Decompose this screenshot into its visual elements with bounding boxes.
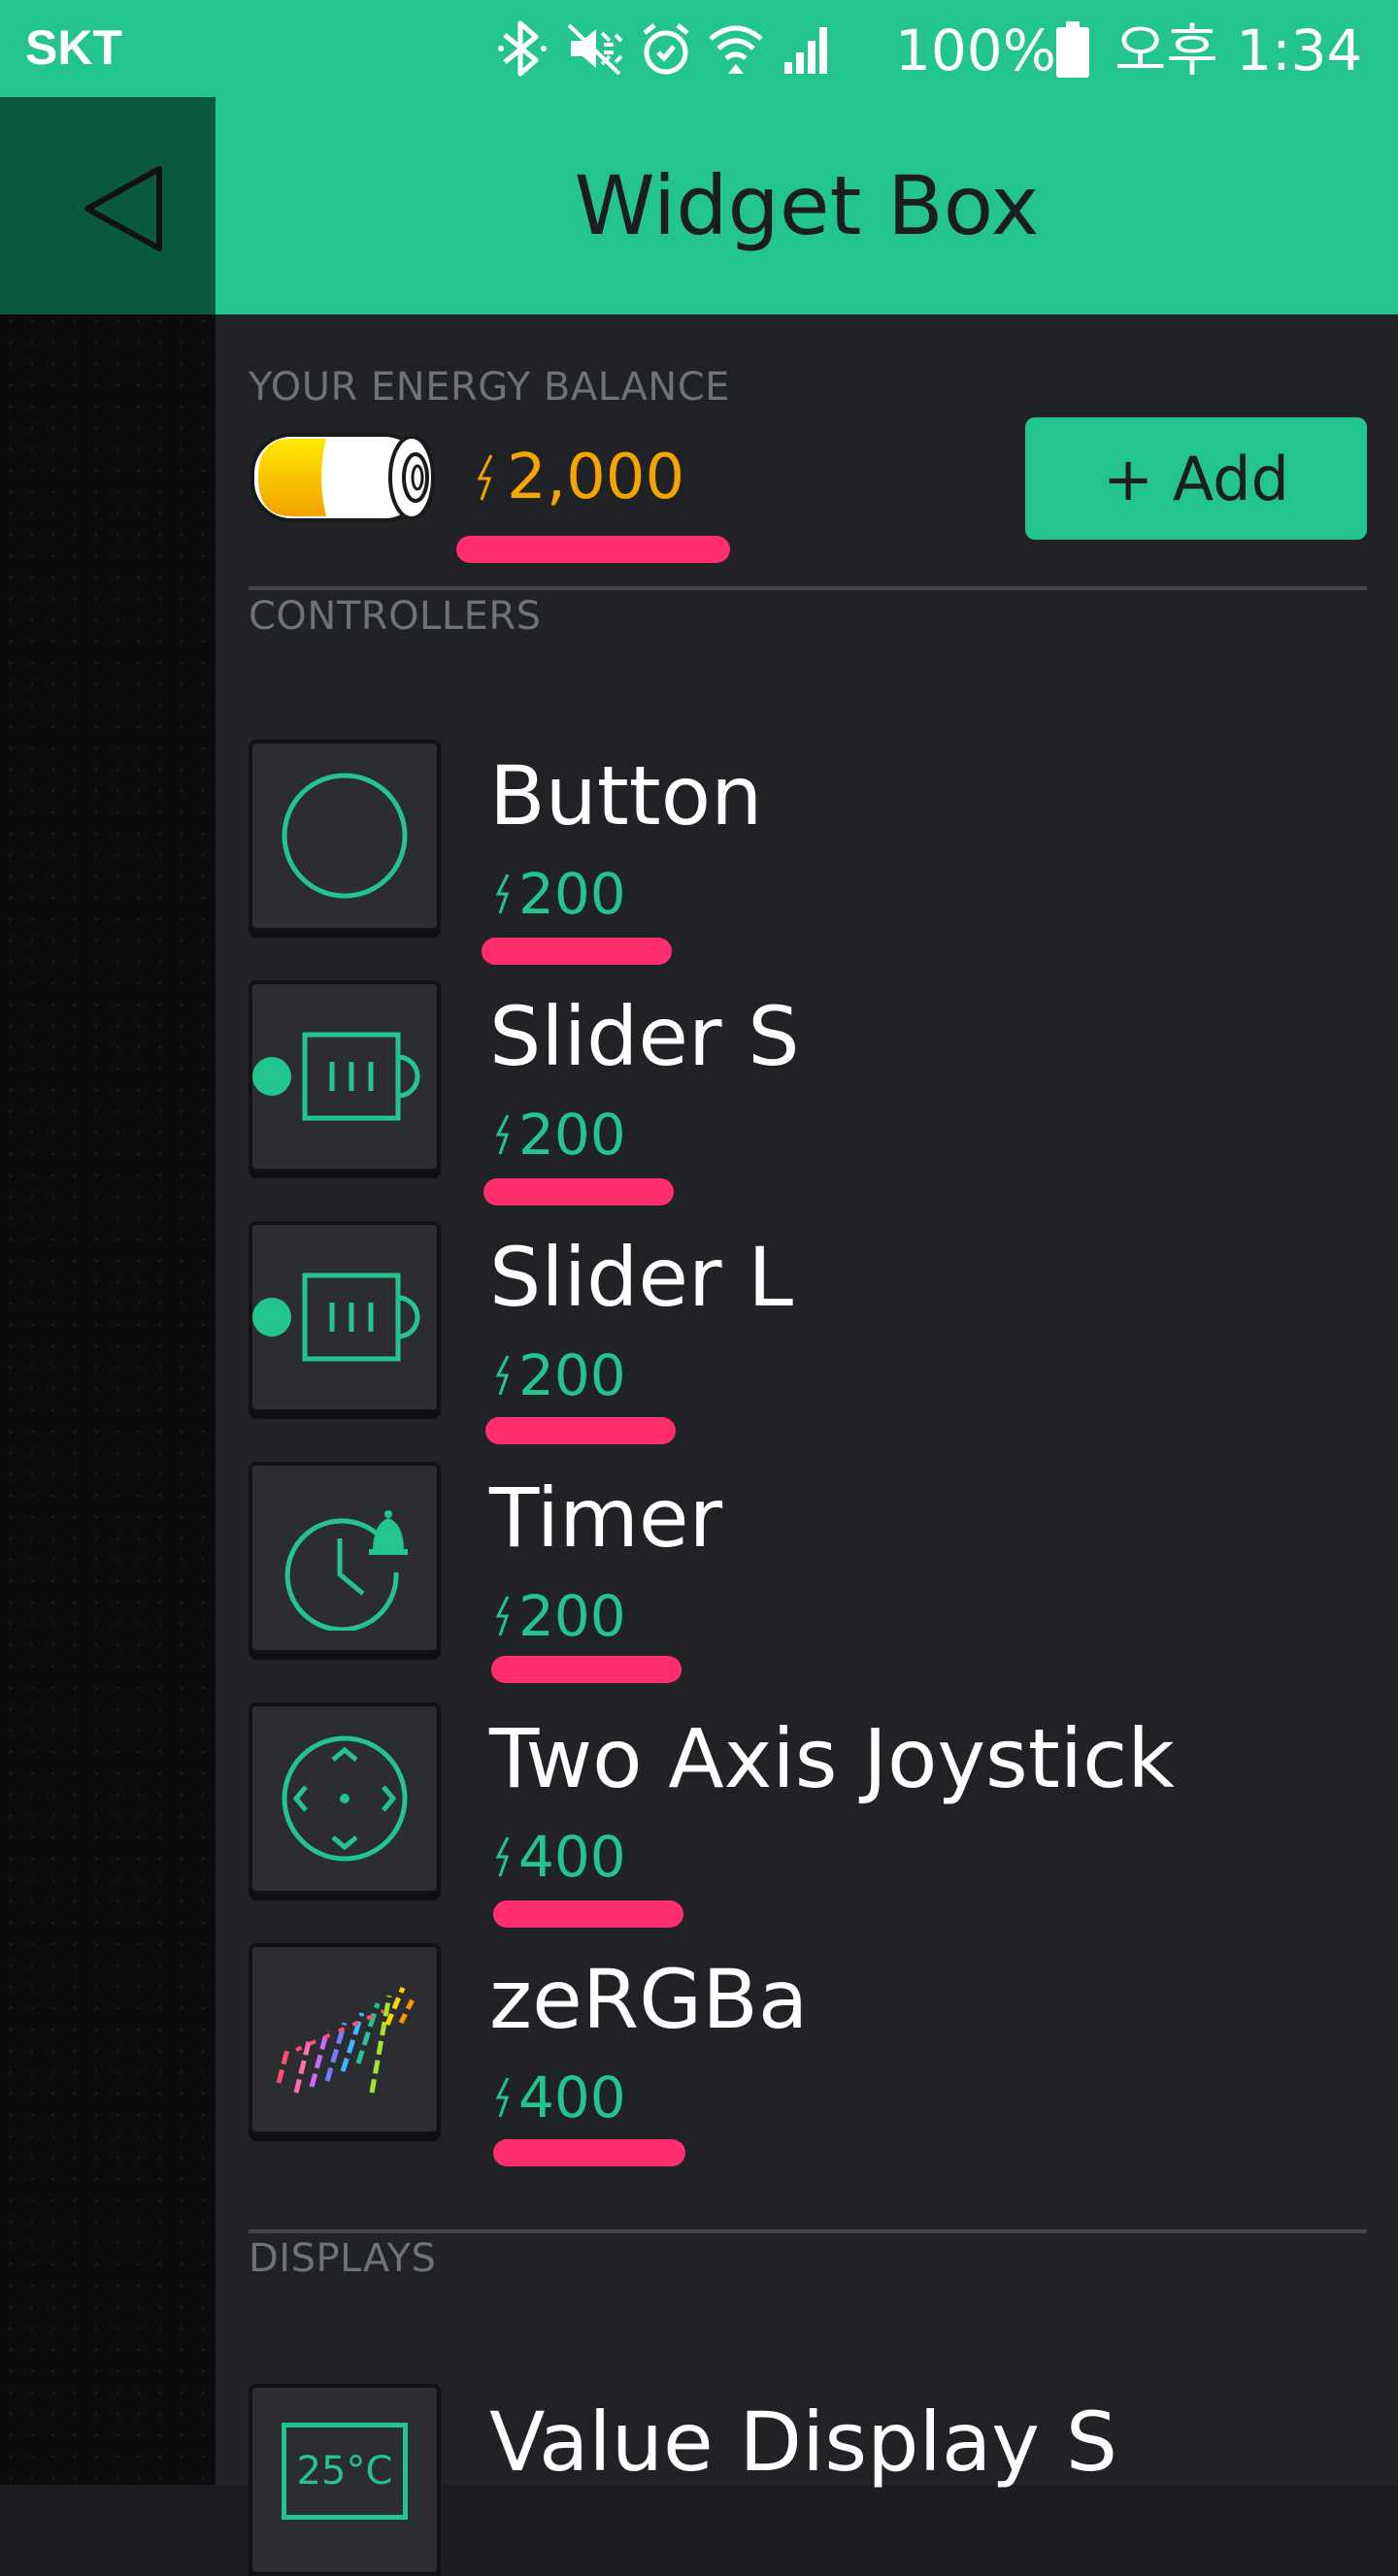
bluetooth-icon: [495, 17, 549, 80]
widget-cost-text: 200: [518, 861, 626, 927]
joystick-icon: [282, 1735, 408, 1862]
energy-underline: [456, 536, 730, 563]
button-circle-icon: [282, 773, 408, 899]
widget-name[interactable]: Value Display S: [489, 2394, 1117, 2491]
cost-underline: [483, 1178, 674, 1205]
cost-underline: [485, 1417, 676, 1444]
divider: [249, 586, 1367, 590]
cost-underline: [493, 1900, 683, 1928]
widget-name[interactable]: Button: [489, 747, 762, 844]
battery-icon: [1053, 21, 1092, 83]
widget-cost-text: 400: [518, 1824, 626, 1890]
widget-cost: 400: [495, 2064, 626, 2131]
energy-balance-value: 2,000: [476, 442, 684, 513]
clock: 오후 1:34: [1115, 17, 1363, 83]
energy-bolt-icon: [495, 2077, 510, 2118]
widget-cost: 200: [495, 860, 626, 928]
wifi-icon: [707, 17, 765, 80]
divider: [249, 2229, 1367, 2233]
cost-underline: [482, 938, 672, 965]
slider-s-widget-icon[interactable]: [249, 980, 441, 1172]
energy-battery-icon: [249, 429, 437, 530]
background-canvas: [0, 97, 216, 2485]
widget-cost-text: 200: [518, 1342, 626, 1408]
widget-cost-text: 400: [518, 2064, 626, 2130]
widget-cost: 400: [495, 1823, 626, 1891]
timer-widget-icon[interactable]: [249, 1462, 441, 1654]
alarm-icon: [639, 17, 693, 80]
cost-underline: [491, 1656, 682, 1683]
joystick-widget-icon[interactable]: [249, 1702, 441, 1895]
displays-section-label: DISPLAYS: [249, 2236, 437, 2281]
energy-amount-text: 2,000: [507, 442, 685, 513]
value-display-widget-icon[interactable]: 25°C: [249, 2384, 441, 2576]
add-energy-button[interactable]: + Add: [1025, 417, 1367, 540]
page-title: Widget Box: [574, 158, 1040, 253]
zebra-icon: [276, 1987, 417, 2094]
status-bar: SKT 100% 오후 1:34: [0, 0, 1398, 97]
back-button[interactable]: [0, 97, 216, 314]
widget-cost-text: 200: [518, 1102, 626, 1168]
zergba-widget-icon[interactable]: [249, 1943, 441, 2135]
energy-bolt-icon: [477, 454, 493, 501]
energy-balance-label: YOUR ENERGY BALANCE: [249, 365, 730, 410]
timer-icon: [284, 1510, 408, 1631]
widget-name[interactable]: Two Axis Joystick: [489, 1710, 1175, 1807]
button-widget-icon[interactable]: [249, 740, 441, 932]
energy-bolt-icon: [495, 1596, 510, 1636]
widget-name[interactable]: Slider S: [489, 988, 800, 1085]
energy-bolt-icon: [495, 1355, 510, 1396]
app-header: Widget Box: [216, 97, 1398, 314]
status-icons: [495, 17, 837, 80]
energy-bolt-icon: [495, 1836, 510, 1877]
energy-bolt-icon: [495, 1114, 510, 1155]
slider-icon: [252, 1272, 420, 1362]
carrier-label: SKT: [25, 20, 122, 75]
controllers-section-label: CONTROLLERS: [249, 594, 542, 639]
widget-cost: 200: [495, 1582, 626, 1650]
widget-name[interactable]: Slider L: [489, 1229, 793, 1326]
widget-cost: 200: [495, 1341, 626, 1409]
widget-cost: 200: [495, 1101, 626, 1169]
widget-name[interactable]: Timer: [489, 1470, 722, 1567]
signal-icon: [779, 17, 837, 80]
vibrate-icon: [563, 17, 625, 80]
slider-l-widget-icon[interactable]: [249, 1221, 441, 1413]
battery-percent: 100%: [895, 17, 1056, 83]
value-display-icon-text: 25°C: [296, 2449, 393, 2493]
value-display-icon: 25°C: [282, 2423, 408, 2520]
slider-icon: [252, 1032, 420, 1121]
widget-name[interactable]: zeRGBa: [489, 1951, 808, 2048]
back-triangle-icon: [84, 166, 162, 251]
energy-bolt-icon: [495, 874, 510, 914]
cost-underline: [493, 2139, 685, 2166]
widget-cost-text: 200: [518, 1583, 626, 1649]
